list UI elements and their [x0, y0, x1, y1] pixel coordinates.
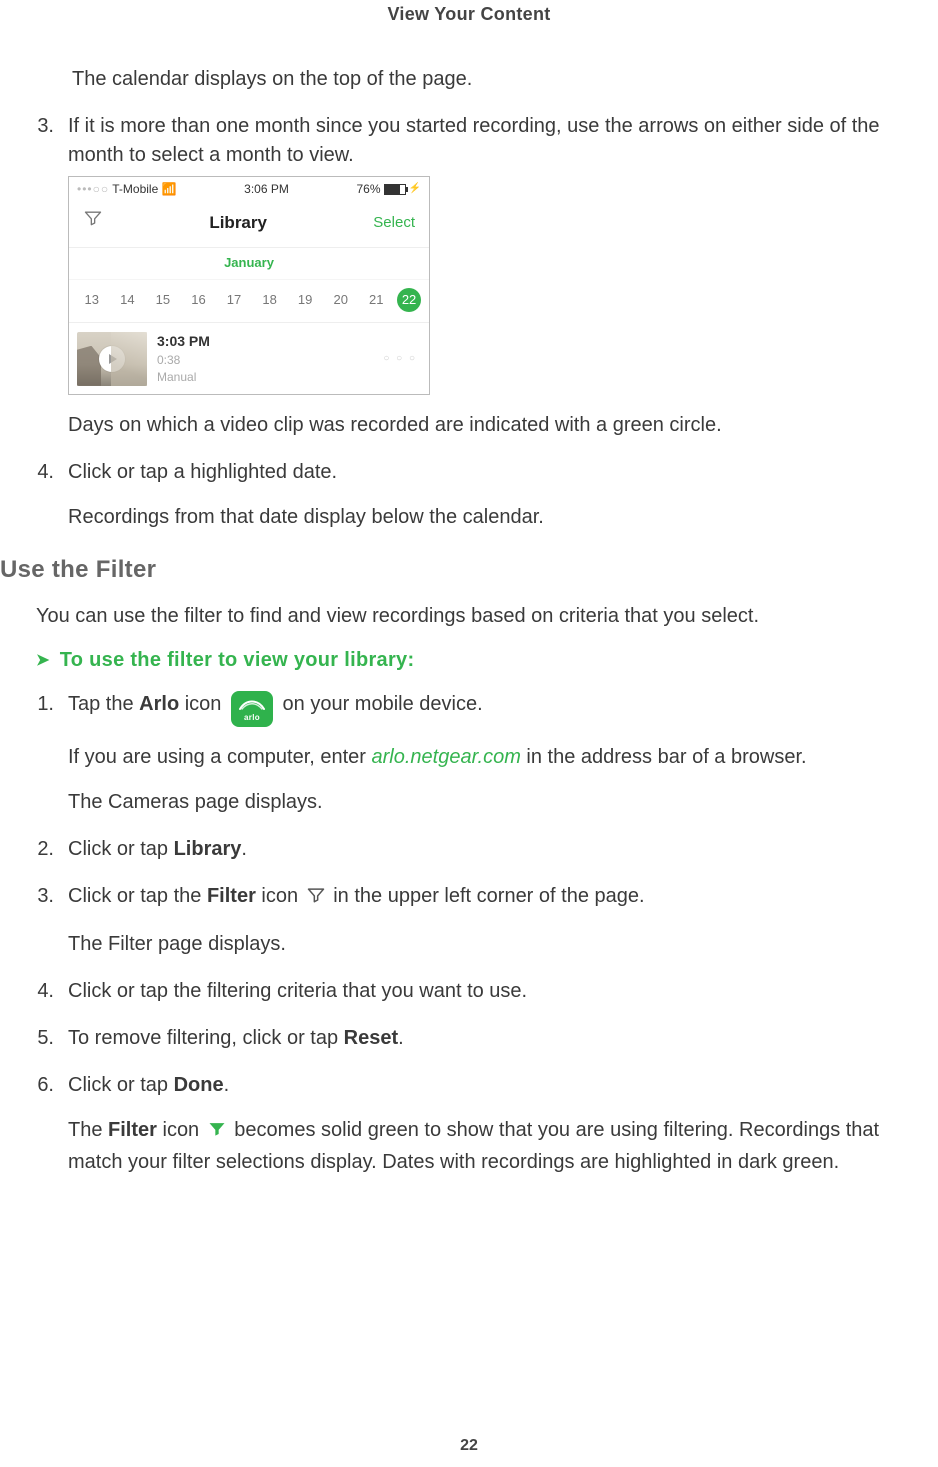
month-label[interactable]: January	[69, 248, 429, 280]
more-icon[interactable]: ○ ○ ○	[383, 352, 421, 367]
day-cell[interactable]: 19	[290, 291, 320, 310]
list-number: 3.	[30, 882, 68, 911]
clip-source: Manual	[157, 369, 210, 386]
day-strip: 13 14 15 16 17 18 19 20 21 22	[69, 280, 429, 323]
recording-row[interactable]: 3:03 PM 0:38 Manual ○ ○ ○	[69, 323, 429, 394]
list-number: 4.	[30, 458, 68, 487]
list-number: 5.	[30, 1024, 68, 1053]
list-number: 6.	[30, 1071, 68, 1100]
list-item: 5. To remove filtering, click or tap Res…	[30, 1024, 908, 1053]
day-cell[interactable]: 17	[219, 291, 249, 310]
list-number: 1.	[30, 690, 68, 719]
list-text: Click or tap Library.	[68, 835, 908, 864]
list-item: 6. Click or tap Done. The Filter icon be…	[30, 1071, 908, 1177]
day-cell-active[interactable]: 22	[397, 288, 421, 312]
day-cell[interactable]: 21	[362, 291, 392, 310]
list-text: To remove filtering, click or tap Reset.	[68, 1024, 908, 1053]
list-text: Click or tap the Filter icon in the uppe…	[68, 882, 908, 914]
list-number: 2.	[30, 835, 68, 864]
day-cell[interactable]: 16	[184, 291, 214, 310]
list-sub: The Filter icon becomes solid green to s…	[68, 1116, 908, 1177]
day-cell[interactable]: 20	[326, 291, 356, 310]
task-heading: ➤ To use the filter to view your library…	[36, 649, 908, 672]
list-sub: Recordings from that date display below …	[68, 503, 908, 532]
list-text: If it is more than one month since you s…	[68, 112, 908, 170]
chevron-right-icon: ➤	[36, 653, 50, 669]
task-label: To use the filter to view your library:	[60, 649, 415, 672]
status-time: 3:06 PM	[244, 181, 289, 198]
battery-icon	[384, 184, 406, 195]
list-text: Tap the Arlo icon arlo on your mobile de…	[68, 690, 908, 727]
select-button[interactable]: Select	[373, 212, 415, 234]
signal-dots-icon: •••○○	[77, 182, 109, 196]
list-number: 4.	[30, 977, 68, 1006]
carrier-label: T-Mobile	[112, 182, 158, 196]
list-number: 3.	[30, 112, 68, 141]
list-item: 4. Click or tap a highlighted date. Reco…	[30, 458, 908, 532]
funnel-icon	[306, 885, 326, 914]
day-cell[interactable]: 15	[148, 291, 178, 310]
list-item: 2. Click or tap Library.	[30, 835, 908, 864]
list-sub: The Filter page displays.	[68, 930, 908, 959]
list-text: Click or tap the filtering criteria that…	[68, 977, 908, 1006]
list-text: Days on which a video clip was recorded …	[68, 411, 908, 440]
charging-icon: ⚡	[409, 182, 421, 197]
list-item: 3. If it is more than one month since yo…	[30, 112, 908, 440]
list-sub: The Cameras page displays.	[68, 788, 908, 817]
clip-duration: 0:38	[157, 352, 210, 369]
paragraph: You can use the filter to find and view …	[36, 602, 908, 631]
list-item: 4. Click or tap the filtering criteria t…	[30, 977, 908, 1006]
video-thumbnail[interactable]	[77, 332, 147, 386]
url-text: arlo.netgear.com	[372, 746, 521, 768]
page-header: View Your Content	[30, 0, 908, 25]
wifi-icon: 📶	[162, 182, 177, 196]
battery-percent: 76%	[357, 181, 381, 198]
funnel-solid-icon	[207, 1119, 227, 1148]
paragraph: The calendar displays on the top of the …	[72, 65, 908, 94]
play-icon[interactable]	[99, 346, 125, 372]
funnel-icon[interactable]	[83, 208, 103, 237]
day-cell[interactable]: 18	[255, 291, 285, 310]
day-cell[interactable]: 14	[113, 291, 143, 310]
arlo-app-icon: arlo	[231, 691, 273, 727]
list-item: 3. Click or tap the Filter icon in the u…	[30, 882, 908, 959]
page-number: 22	[0, 1437, 938, 1455]
list-text: Click or tap a highlighted date.	[68, 458, 908, 487]
list-sub: If you are using a computer, enter arlo.…	[68, 743, 908, 772]
day-cell[interactable]: 13	[77, 291, 107, 310]
list-text: Click or tap Done.	[68, 1071, 908, 1100]
clip-time: 3:03 PM	[157, 331, 210, 351]
screenshot-library: •••○○ T-Mobile 📶 3:06 PM 76% ⚡ Library Se…	[68, 176, 430, 395]
section-heading: Use the Filter	[0, 556, 908, 584]
screen-title: Library	[209, 211, 267, 236]
list-item: 1. Tap the Arlo icon arlo on your mobile…	[30, 690, 908, 817]
